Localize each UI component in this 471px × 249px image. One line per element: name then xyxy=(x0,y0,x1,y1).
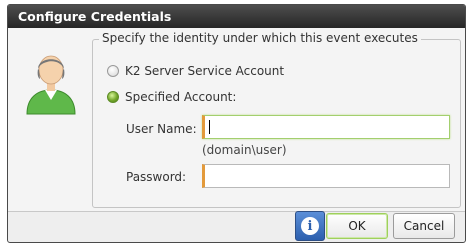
username-label: User Name: xyxy=(126,122,197,136)
password-input[interactable] xyxy=(202,164,450,188)
k2-service-account-option[interactable]: K2 Server Service Account xyxy=(107,64,284,78)
dialog-titlebar: Configure Credentials xyxy=(8,5,465,28)
username-format-hint: (domain\user) xyxy=(202,143,287,157)
username-input[interactable] xyxy=(202,115,450,139)
radio-icon[interactable] xyxy=(107,65,119,77)
dialog-title: Configure Credentials xyxy=(18,9,172,24)
info-icon: i xyxy=(301,217,319,235)
dialog-body: Specify the identity under which this ev… xyxy=(8,28,465,212)
radio-icon[interactable] xyxy=(107,91,119,103)
user-avatar-icon xyxy=(26,55,76,115)
specified-account-option[interactable]: Specified Account: xyxy=(107,90,236,104)
identity-group: Specify the identity under which this ev… xyxy=(92,31,461,208)
k2-service-account-label: K2 Server Service Account xyxy=(125,64,285,78)
cancel-button[interactable]: Cancel xyxy=(393,213,455,239)
configure-credentials-dialog: Configure Credentials Specify the identi… xyxy=(7,4,466,243)
ok-button[interactable]: OK xyxy=(326,213,388,239)
password-label: Password: xyxy=(126,170,187,184)
identity-group-legend: Specify the identity under which this ev… xyxy=(99,31,421,45)
text-caret xyxy=(209,120,210,134)
info-button[interactable]: i xyxy=(295,211,325,241)
specified-account-label: Specified Account: xyxy=(125,90,237,104)
